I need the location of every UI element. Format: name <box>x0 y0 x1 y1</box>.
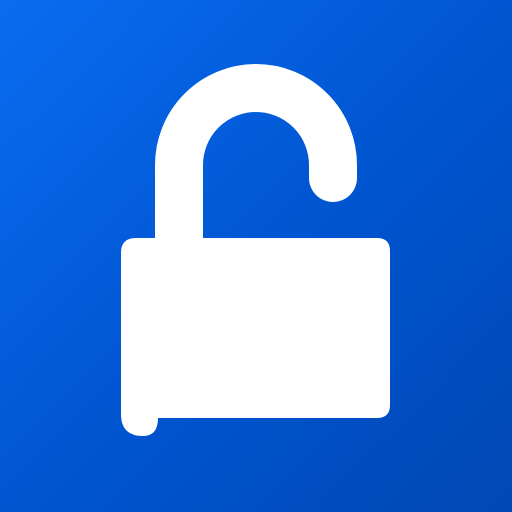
app-icon[interactable] <box>0 0 512 512</box>
padlock-shackle <box>155 64 357 272</box>
padlock-body <box>121 238 390 436</box>
unlocked-padlock-icon <box>121 64 390 436</box>
